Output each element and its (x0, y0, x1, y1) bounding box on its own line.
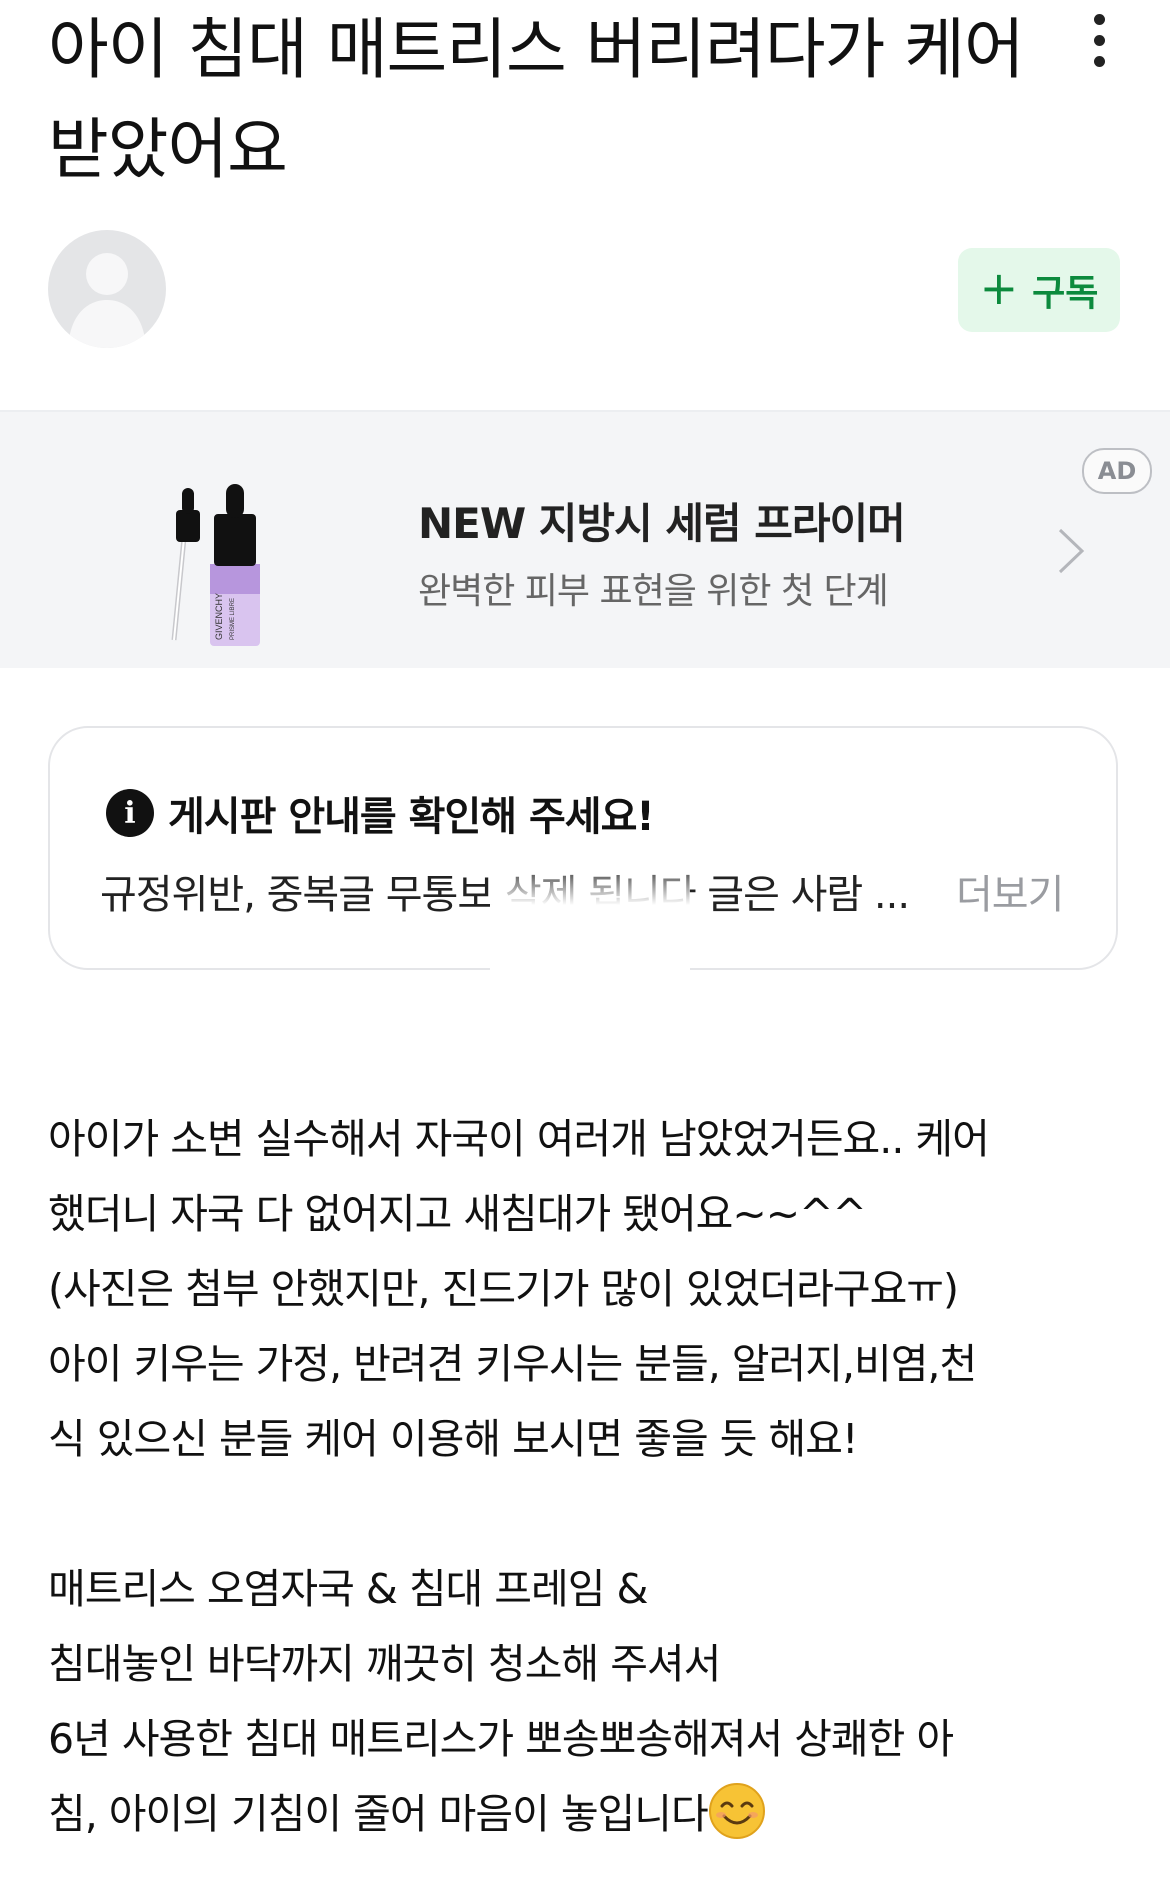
content-last-line: 침, 아이의 기침이 줄어 마음이 놓입니다 (48, 1777, 1128, 1852)
content-line: 6년 사용한 침대 매트리스가 뽀송뽀송해져서 상쾌한 아 (48, 1715, 954, 1763)
chevron-right-icon (1058, 528, 1085, 574)
more-options-button[interactable] (1080, 14, 1120, 68)
plus-icon: + (979, 261, 1019, 315)
notice-title: 게시판 안내를 확인해 주세요! (168, 794, 655, 840)
content-line: 침대놓인 바닥까지 깨끗히 청소해 주셔서 (48, 1640, 721, 1688)
author-avatar[interactable] (48, 230, 166, 348)
smiling-face-icon (708, 1783, 765, 1839)
subscribe-label: 구독 (1032, 273, 1099, 314)
bottle-product-text: PRISME LIBRE (230, 598, 236, 640)
post-title-line1: 아이 침대 매트리스 버리려다가 케어 (48, 11, 1025, 88)
bottle-brand-text: GIVENCHY (214, 593, 224, 640)
ad-description: 완벽한 피부 표현을 위한 첫 단계 (418, 571, 889, 612)
ad-badge: AD (1082, 448, 1152, 494)
ad-title: NEW 지방시 세럼 프라이머 (418, 499, 906, 548)
ad-banner[interactable]: GIVENCHY PRISME LIBRE NEW 지방시 세럼 프라이머 완벽… (0, 410, 1170, 668)
board-notice-card[interactable]: i 게시판 안내를 확인해 주세요! 규정위반, 중복글 무통보 삭제 됩니다 … (48, 726, 1118, 970)
post-content: 아이가 소변 실수해서 자국이 여러개 남았었거든요.. 케어 했더니 자국 다… (48, 1102, 1128, 1852)
default-user-icon (68, 253, 146, 348)
subscribe-button[interactable]: + 구독 (958, 248, 1120, 332)
content-line: 식 있으신 분들 케어 이용해 보시면 좋을 듯 해요! (48, 1415, 858, 1463)
notice-preview: 규정위반, 중복글 무통보 삭제 됩니다 글은 사람 ... (100, 872, 910, 918)
content-line: 했더니 자국 다 없어지고 새침대가 됐어요~~^^ (48, 1190, 867, 1238)
content-line: (사진은 첨부 안했지만, 진드기가 많이 있었더라구요ㅠ) (48, 1265, 959, 1313)
serum-bottle-image: GIVENCHY PRISME LIBRE (171, 484, 260, 646)
post-title: 아이 침대 매트리스 버리려다가 케어 받았어요 (48, 0, 1048, 200)
post-title-line2: 받았어요 (48, 111, 288, 188)
notice-more-link[interactable]: 더보기 (956, 862, 1064, 920)
content-line: 아이 키우는 가정, 반려견 키우시는 분들, 알러지,비염,천 (48, 1340, 977, 1388)
content-line: 침, 아이의 기침이 줄어 마음이 놓입니다 (48, 1790, 709, 1838)
content-line: 매트리스 오염자국 & 침대 프레임 & (48, 1565, 648, 1613)
content-line: 아이가 소변 실수해서 자국이 여러개 남았었거든요.. 케어 (48, 1115, 990, 1163)
info-icon: i (106, 789, 154, 837)
